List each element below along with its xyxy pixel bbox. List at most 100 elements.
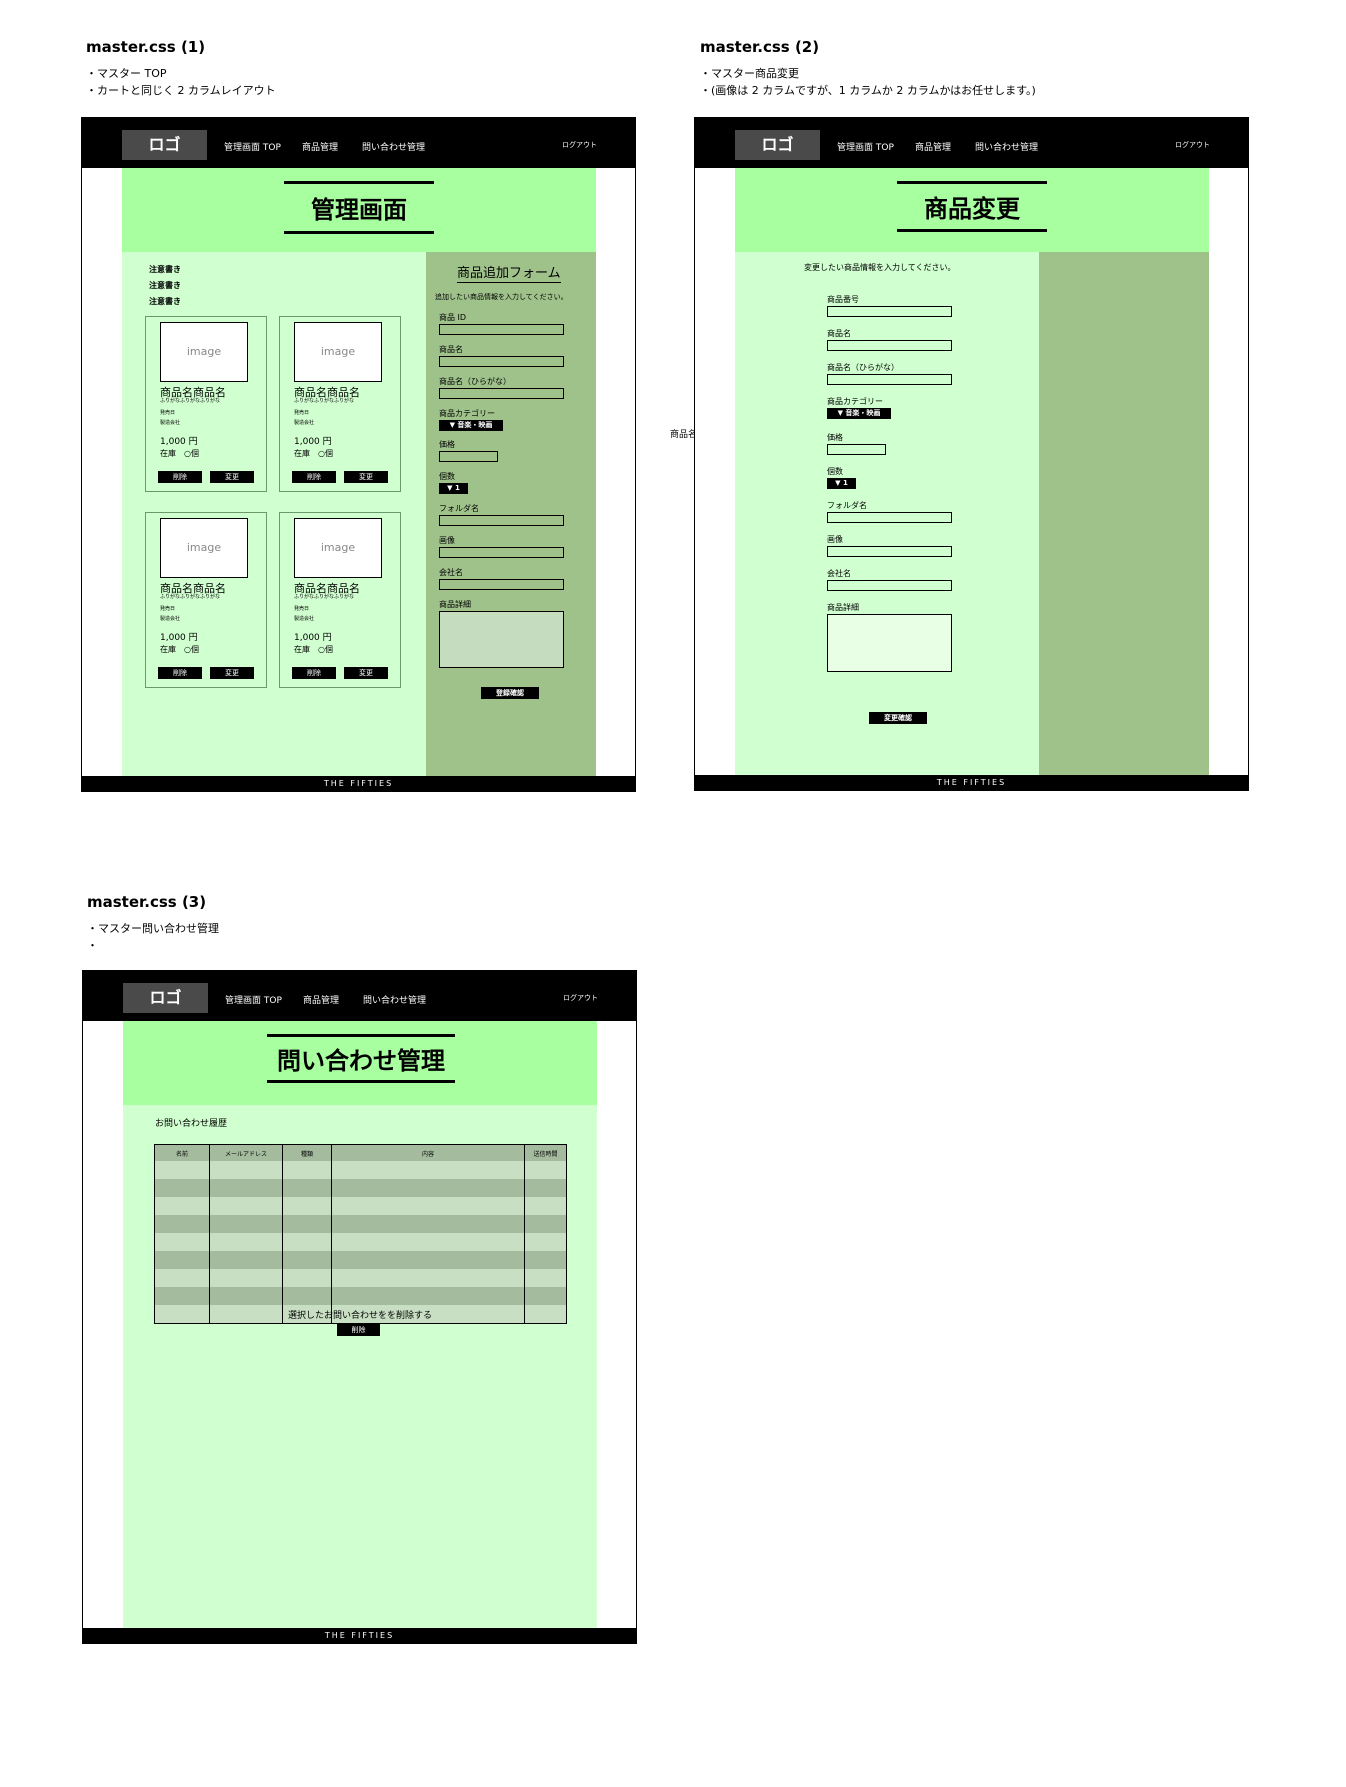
nav-admin-top[interactable]: 管理画面 TOP <box>224 140 281 153</box>
product-name-kana-input[interactable] <box>827 374 952 385</box>
content-area: 商品変更 変更したい商品情報を入力してください。 商品番号 商品名 商品名（ひら… <box>735 168 1209 775</box>
label-price: 価格 <box>827 433 843 442</box>
category-select[interactable]: ▼ 音楽・映画 <box>827 408 891 419</box>
nav-inquiry-management[interactable]: 問い合わせ管理 <box>363 993 426 1006</box>
add-product-form: 商品追加フォーム 追加したい商品情報を入力してください。 商品 ID 商品名 商… <box>426 252 596 776</box>
release-date: 発売日 <box>160 410 176 416</box>
logout-link[interactable]: ログアウト <box>562 140 597 150</box>
note-text: 注意書き <box>149 297 181 306</box>
price-input[interactable] <box>439 451 498 462</box>
table-row[interactable] <box>154 1197 567 1215</box>
content-area: 管理画面 注意書き 注意書き 注意書き image 商品名商品名 ふりがなふりが… <box>122 168 596 776</box>
product-price: 1,000 円 <box>160 633 198 643</box>
label-quantity: 個数 <box>439 472 455 481</box>
company-input[interactable] <box>439 579 564 590</box>
company-input[interactable] <box>827 580 952 591</box>
nav-inquiry-management[interactable]: 問い合わせ管理 <box>975 140 1038 153</box>
delete-button[interactable]: 削除 <box>158 667 202 679</box>
product-card: image 商品名商品名 ふりがなふりがなふりがな 発売日 製造会社 1,000… <box>145 316 267 492</box>
label-folder: フォルダ名 <box>439 504 479 513</box>
logo[interactable]: ロゴ <box>123 983 208 1013</box>
delete-button[interactable]: 削除 <box>158 471 202 483</box>
product-name-kana-input[interactable] <box>439 388 564 399</box>
category-select[interactable]: ▼ 音楽・映画 <box>439 420 503 431</box>
table-row[interactable] <box>154 1161 567 1179</box>
nav-product-management[interactable]: 商品管理 <box>303 993 339 1006</box>
page-title: 問い合わせ管理 <box>267 1034 455 1083</box>
form-instruction: 追加したい商品情報を入力してください。 <box>435 293 568 301</box>
table-row[interactable] <box>154 1233 567 1251</box>
right-column <box>1039 252 1209 775</box>
site-footer: THE FIFTIES <box>82 776 635 791</box>
title-banner: 商品変更 <box>735 168 1209 252</box>
folder-input[interactable] <box>439 515 564 526</box>
label-product-name: 商品名 <box>439 345 463 354</box>
product-image: image <box>160 518 248 578</box>
product-furigana: ふりがなふりがなふりがな <box>294 398 355 404</box>
section-notes-1: ・マスター TOP ・カートと同じく 2 カラムレイアウト <box>86 65 276 99</box>
section-note: ・(画像は 2 カラムですが、1 カラムか 2 カラムかはお任せします。) <box>700 84 1036 97</box>
image-input[interactable] <box>439 547 564 558</box>
label-product-name: 商品名 <box>827 329 851 338</box>
label-product-id: 商品 ID <box>439 313 467 322</box>
product-stock: 在庫 ○個 <box>160 645 199 654</box>
site-header: ロゴ 管理画面 TOP 商品管理 問い合わせ管理 ログアウト <box>695 118 1248 168</box>
logo[interactable]: ロゴ <box>122 130 207 160</box>
col-sent-time: 送信時間 <box>524 1144 567 1161</box>
folder-input[interactable] <box>827 512 952 523</box>
quantity-select[interactable]: ▼ 1 <box>439 483 468 494</box>
product-image: image <box>294 322 382 382</box>
section-title-2: master.css (2) <box>700 38 820 56</box>
product-image: image <box>160 322 248 382</box>
nav-admin-top[interactable]: 管理画面 TOP <box>225 993 282 1006</box>
site-header: ロゴ 管理画面 TOP 商品管理 問い合わせ管理 ログアウト <box>82 118 635 168</box>
detail-textarea[interactable] <box>827 614 952 672</box>
logout-link[interactable]: ログアウト <box>563 993 598 1003</box>
product-number-input[interactable] <box>827 306 952 317</box>
change-confirm-button[interactable]: 変更確認 <box>869 712 927 724</box>
section-title-3: master.css (3) <box>87 893 207 911</box>
product-name-input[interactable] <box>827 340 952 351</box>
quantity-select[interactable]: ▼ 1 <box>827 478 856 489</box>
label-product-name-kana: 商品名（ひらがな） <box>439 377 511 386</box>
table-row[interactable] <box>154 1215 567 1233</box>
nav-product-management[interactable]: 商品管理 <box>302 140 338 153</box>
logout-link[interactable]: ログアウト <box>1175 140 1210 150</box>
col-content: 内容 <box>331 1144 525 1161</box>
nav-inquiry-management[interactable]: 問い合わせ管理 <box>362 140 425 153</box>
table-row[interactable] <box>154 1179 567 1197</box>
label-detail: 商品詳細 <box>827 603 859 612</box>
delete-button[interactable]: 削除 <box>337 1324 380 1336</box>
product-id-input[interactable] <box>439 324 564 335</box>
section-notes-3: ・マスター問い合わせ管理 ・ <box>87 920 219 954</box>
register-confirm-button[interactable]: 登録確認 <box>481 687 539 699</box>
section-note: ・ <box>87 939 98 952</box>
edit-button[interactable]: 変更 <box>344 667 388 679</box>
product-price: 1,000 円 <box>160 437 198 447</box>
logo[interactable]: ロゴ <box>735 130 820 160</box>
price-input[interactable] <box>827 444 886 455</box>
nav-admin-top[interactable]: 管理画面 TOP <box>837 140 894 153</box>
image-input[interactable] <box>827 546 952 557</box>
product-price: 1,000 円 <box>294 633 332 643</box>
delete-button[interactable]: 削除 <box>292 667 336 679</box>
table-row[interactable] <box>154 1269 567 1287</box>
manufacturer: 製造会社 <box>294 420 315 426</box>
product-card: image 商品名商品名 ふりがなふりがなふりがな 発売日 製造会社 1,000… <box>145 512 267 688</box>
edit-button[interactable]: 変更 <box>344 471 388 483</box>
nav-product-management[interactable]: 商品管理 <box>915 140 951 153</box>
delete-button[interactable]: 削除 <box>292 471 336 483</box>
product-image: image <box>294 518 382 578</box>
section-note: ・カートと同じく 2 カラムレイアウト <box>86 84 276 97</box>
release-date: 発売日 <box>294 410 310 416</box>
edit-button[interactable]: 変更 <box>210 667 254 679</box>
label-detail: 商品詳細 <box>439 600 471 609</box>
table-row[interactable] <box>154 1251 567 1269</box>
label-price: 価格 <box>439 440 455 449</box>
detail-textarea[interactable] <box>439 611 564 668</box>
edit-button[interactable]: 変更 <box>210 471 254 483</box>
product-name-input[interactable] <box>439 356 564 367</box>
table-row[interactable] <box>154 1287 567 1305</box>
page-title: 商品変更 <box>897 181 1047 232</box>
product-stock: 在庫 ○個 <box>160 449 199 458</box>
